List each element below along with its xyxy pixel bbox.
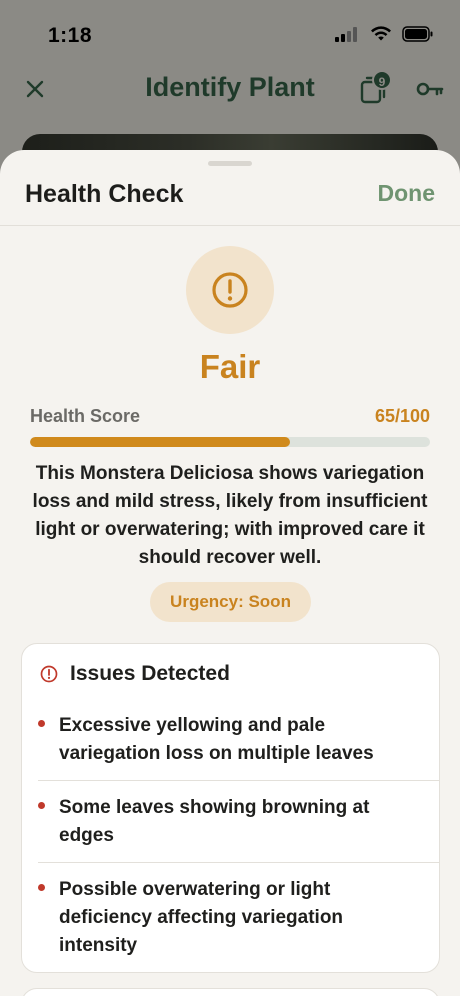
done-button[interactable]: Done <box>378 180 436 207</box>
gallery-badge: 9 <box>372 70 392 90</box>
health-score-bar <box>30 437 430 447</box>
nav-bar: Identify Plant 9 <box>0 62 460 118</box>
bullet-dot <box>38 884 45 891</box>
issues-card: Issues Detected Excessive yellowing and … <box>21 643 440 973</box>
battery-icon <box>402 26 433 42</box>
screen: 1:18 Identify Plant 9 Health Check Done … <box>0 0 460 996</box>
wifi-icon <box>371 26 391 41</box>
health-score-value: 65/100 <box>374 406 430 426</box>
issue-divider <box>38 862 440 863</box>
urgency-pill: Urgency: Soon <box>150 582 311 622</box>
alert-small-icon <box>40 665 58 683</box>
issue-divider <box>38 780 440 781</box>
health-status: Fair <box>199 348 261 385</box>
alert-icon <box>212 272 248 308</box>
issues-header: Issues Detected <box>40 662 230 686</box>
bullet-dot <box>38 720 45 727</box>
next-card <box>21 988 440 996</box>
issue-text: Some leaves showing browning at edges <box>59 797 370 846</box>
sheet-title: Health Check <box>25 180 184 208</box>
issue-text: Excessive yellowing and pale variegation… <box>59 715 374 764</box>
signal-icon <box>335 27 357 42</box>
status-alert-badge <box>186 246 274 334</box>
status-icons <box>334 26 434 42</box>
sheet-grabber[interactable] <box>208 161 252 166</box>
issue-text: Possible overwatering or light deficienc… <box>59 879 344 956</box>
header-divider <box>0 225 460 226</box>
issues-title: Issues Detected <box>70 662 230 685</box>
health-check-sheet: Health Check Done Fair Health Score 65/1… <box>0 150 460 996</box>
health-score-bar-fill <box>30 437 290 447</box>
health-summary: This Monstera Deliciosa shows variegatio… <box>32 463 428 568</box>
status-time: 1:18 <box>48 24 93 47</box>
health-score-label: Health Score <box>30 406 141 426</box>
bullet-dot <box>38 802 45 809</box>
key-icon[interactable] <box>416 78 444 100</box>
